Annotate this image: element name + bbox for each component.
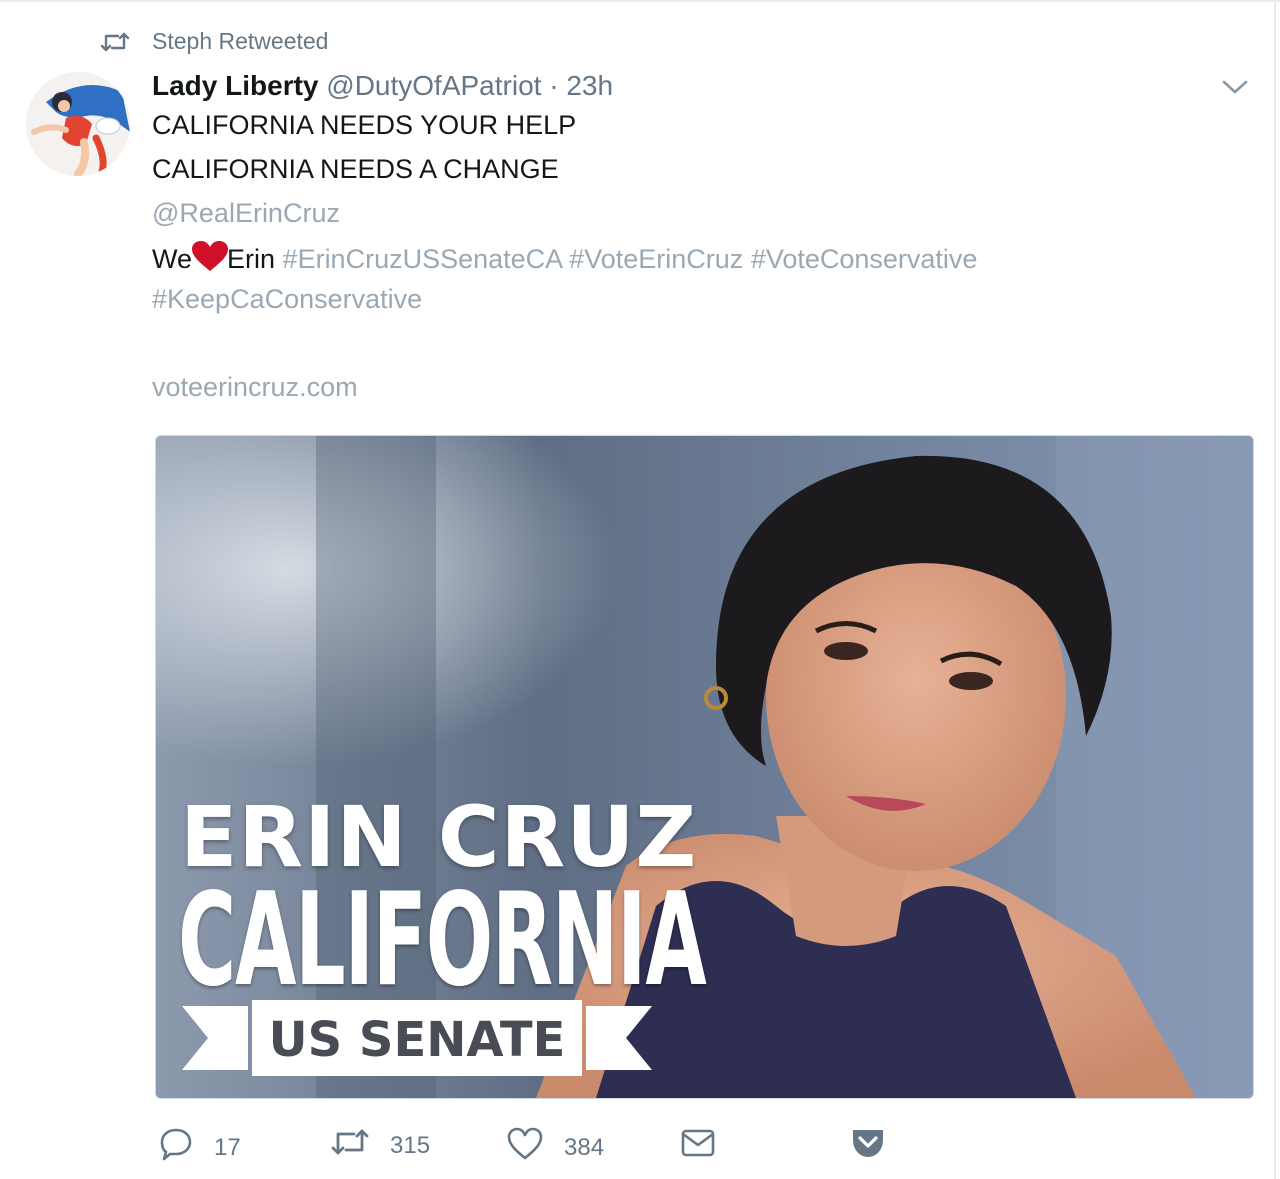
mention-link[interactable]: @RealErinCruz	[152, 198, 340, 229]
pocket-icon	[850, 1126, 886, 1167]
hashtag-link[interactable]: #VoteConservative	[751, 244, 978, 274]
right-divider	[1274, 0, 1276, 1179]
avatar[interactable]	[26, 72, 130, 176]
retweet-icon	[100, 30, 130, 54]
author-name[interactable]: Lady Liberty	[152, 70, 318, 101]
link-preview-card[interactable]: ERIN CRUZ CALIFORNIA US SENATE	[155, 435, 1254, 1099]
tweet-header: Lady Liberty @DutyOfAPatriot · 23h	[152, 70, 613, 102]
direct-message-icon	[680, 1126, 716, 1167]
card-office: US SENATE	[268, 1012, 566, 1068]
retweet-button[interactable]: 315	[330, 1126, 430, 1165]
tweet-text-line: CALIFORNIA NEEDS YOUR HELP	[152, 110, 577, 140]
hashtag-link[interactable]: #ErinCruzUSSenateCA	[283, 244, 562, 274]
header-separator: ·	[549, 70, 559, 101]
reply-icon	[158, 1126, 194, 1169]
author-handle[interactable]: @DutyOfAPatriot	[326, 70, 541, 101]
like-count: 384	[564, 1133, 605, 1161]
like-button[interactable]: 384	[506, 1126, 604, 1169]
card-state: CALIFORNIA	[178, 866, 707, 1015]
top-divider	[0, 0, 1280, 2]
retweet-context: Steph Retweeted	[100, 28, 328, 55]
love-word-before: We	[152, 244, 193, 274]
love-word-after: Erin	[227, 244, 276, 274]
reply-button[interactable]: 17	[158, 1126, 241, 1169]
heart-icon	[506, 1126, 544, 1169]
direct-message-button[interactable]	[680, 1126, 716, 1167]
chevron-down-icon[interactable]	[1220, 76, 1250, 103]
tweet-text-line: We Erin #ErinCruzUSSenateCA #VoteErinCruz…	[152, 240, 977, 279]
hashtag-link[interactable]: #VoteErinCruz	[569, 244, 743, 274]
retweet-count: 315	[390, 1131, 431, 1159]
tweet-timestamp[interactable]: 23h	[566, 70, 613, 101]
retweet-icon	[330, 1126, 370, 1165]
reply-count: 17	[214, 1133, 241, 1161]
tweet-text-line: CALIFORNIA NEEDS A CHANGE	[152, 154, 559, 184]
retweet-context-label[interactable]: Steph Retweeted	[152, 28, 328, 55]
hashtag-link[interactable]: #KeepCaConservative	[152, 284, 422, 315]
pocket-button[interactable]	[850, 1126, 886, 1167]
url-link[interactable]: voteerincruz.com	[152, 372, 358, 403]
red-heart-icon	[191, 240, 229, 279]
